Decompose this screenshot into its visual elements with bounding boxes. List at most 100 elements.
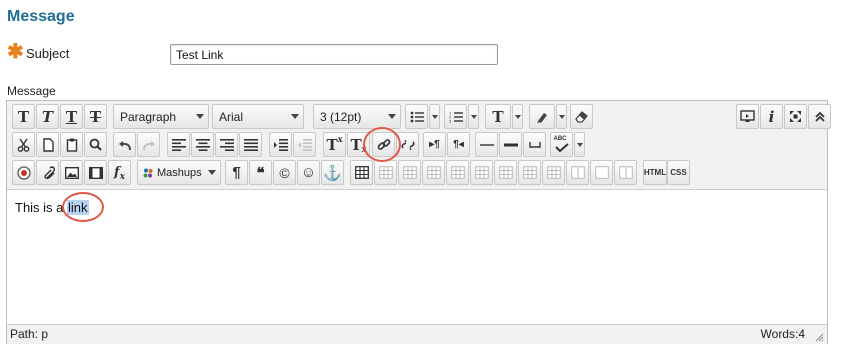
mashups-label: Mashups <box>157 166 202 179</box>
quote-icon: ❝ <box>256 164 265 182</box>
font-size-dropdown[interactable]: 3 (12pt) <box>313 104 401 129</box>
delete-col-button[interactable] <box>542 160 565 185</box>
insert-table-button[interactable] <box>350 160 373 185</box>
horizontal-rule-button[interactable] <box>475 132 498 157</box>
indent-button[interactable] <box>269 132 292 157</box>
subject-input[interactable] <box>170 44 498 65</box>
superscript-button[interactable]: Tx <box>323 132 346 157</box>
strikethrough-button[interactable]: T <box>84 104 107 129</box>
word-count: Words:4 <box>760 327 805 341</box>
rich-text-editor: T T T T Paragraph Arial 3 (12pt) 123 T i… <box>6 100 831 344</box>
resize-grip-icon[interactable] <box>814 332 824 342</box>
align-justify-button[interactable] <box>239 132 262 157</box>
svg-text:3: 3 <box>449 118 452 123</box>
bulleted-list-button[interactable] <box>405 104 428 129</box>
element-path: Path: p <box>10 327 49 341</box>
insert-row-after-button[interactable] <box>446 160 469 185</box>
scissors-icon <box>17 138 30 152</box>
nonbreaking-space-button[interactable] <box>523 132 546 157</box>
thick-rule-button[interactable] <box>499 132 522 157</box>
rtl-direction-button[interactable]: ¶◂ <box>447 132 470 157</box>
spellcheck-menu-button[interactable] <box>574 132 585 157</box>
table-row-props-button[interactable] <box>374 160 397 185</box>
blockquote-button[interactable]: ❝ <box>249 160 272 185</box>
preview-button[interactable] <box>736 104 759 129</box>
insert-col-after-button[interactable] <box>518 160 541 185</box>
insert-col-before-button[interactable] <box>494 160 517 185</box>
ltr-icon: ▸¶ <box>429 139 440 150</box>
collapse-toolbar-button[interactable] <box>808 104 831 129</box>
insert-row-before-button[interactable] <box>422 160 445 185</box>
align-left-button[interactable] <box>167 132 190 157</box>
split-cells-button[interactable] <box>566 160 589 185</box>
delete-row-button[interactable] <box>470 160 493 185</box>
space-bracket-icon <box>528 141 541 148</box>
numbered-list-button[interactable]: 123 <box>444 104 467 129</box>
font-family-dropdown[interactable]: Arial <box>212 104 304 129</box>
table-borders-button[interactable] <box>614 160 637 185</box>
merge-cells-button[interactable] <box>590 160 613 185</box>
paragraph-mark-button[interactable]: ¶ <box>225 160 248 185</box>
fullscreen-button[interactable] <box>784 104 807 129</box>
split-cells-icon <box>570 166 585 179</box>
html-source-button[interactable]: HTML <box>643 160 667 185</box>
css-button[interactable]: CSS <box>667 160 690 185</box>
spellcheck-button[interactable]: ABC <box>550 132 573 157</box>
insert-video-button[interactable] <box>84 160 107 185</box>
fullscreen-icon <box>790 111 801 122</box>
copy-document-icon <box>42 137 54 152</box>
align-right-button[interactable] <box>215 132 238 157</box>
record-media-button[interactable] <box>12 160 35 185</box>
align-center-button[interactable] <box>191 132 214 157</box>
ltr-direction-button[interactable]: ▸¶ <box>423 132 446 157</box>
paste-button[interactable] <box>60 132 83 157</box>
anchor-button[interactable]: ⚓ <box>321 160 344 185</box>
cut-button[interactable] <box>12 132 35 157</box>
message-label: Message <box>7 84 56 98</box>
undo-button[interactable] <box>113 132 136 157</box>
editor-paragraph[interactable]: This is a link <box>15 200 89 215</box>
redo-button[interactable] <box>137 132 160 157</box>
insert-link-button[interactable] <box>372 132 395 157</box>
preview-monitor-icon <box>740 110 755 122</box>
unlink-chain-icon <box>400 139 415 150</box>
editor-content-area[interactable]: This is a link <box>7 190 827 324</box>
mashups-dropdown[interactable]: Mashups <box>137 160 221 185</box>
table-row-icon <box>378 166 393 179</box>
info-button[interactable]: i <box>760 104 783 129</box>
table-cell-icon <box>402 166 417 179</box>
outdent-button[interactable] <box>293 132 316 157</box>
insert-equation-button[interactable]: fx <box>108 160 131 185</box>
highlight-button[interactable] <box>529 104 555 129</box>
row-after-icon <box>450 166 465 179</box>
thin-rule-icon <box>479 143 494 146</box>
subscript-button[interactable]: Tx <box>347 132 370 157</box>
align-justify-icon <box>243 138 258 151</box>
numbered-list-menu-button[interactable] <box>468 104 479 129</box>
highlight-menu-button[interactable] <box>556 104 567 129</box>
italic-button[interactable]: T <box>36 104 59 129</box>
find-button[interactable] <box>84 132 107 157</box>
bulleted-list-menu-button[interactable] <box>429 104 440 129</box>
bold-button[interactable]: T <box>12 104 35 129</box>
section-title: Message <box>7 8 75 25</box>
delete-row-icon <box>474 166 489 179</box>
info-icon: i <box>768 107 775 126</box>
attach-file-button[interactable] <box>36 160 59 185</box>
copy-button[interactable] <box>36 132 59 157</box>
text-color-button[interactable]: T <box>485 104 511 129</box>
text-color-menu-button[interactable] <box>512 104 523 129</box>
clear-formatting-button[interactable] <box>570 104 593 129</box>
emoticon-button[interactable]: ☺ <box>297 160 320 185</box>
selected-word[interactable]: link <box>67 200 89 215</box>
unlink-button[interactable] <box>396 132 419 157</box>
insert-image-button[interactable] <box>60 160 83 185</box>
copyright-icon: © <box>279 164 290 181</box>
special-character-button[interactable]: © <box>273 160 296 185</box>
image-icon <box>64 166 79 179</box>
table-cell-props-button[interactable] <box>398 160 421 185</box>
link-chain-icon <box>377 138 390 150</box>
underline-button[interactable]: T <box>60 104 83 129</box>
html-label: HTML <box>643 168 667 177</box>
block-format-dropdown[interactable]: Paragraph <box>113 104 209 129</box>
